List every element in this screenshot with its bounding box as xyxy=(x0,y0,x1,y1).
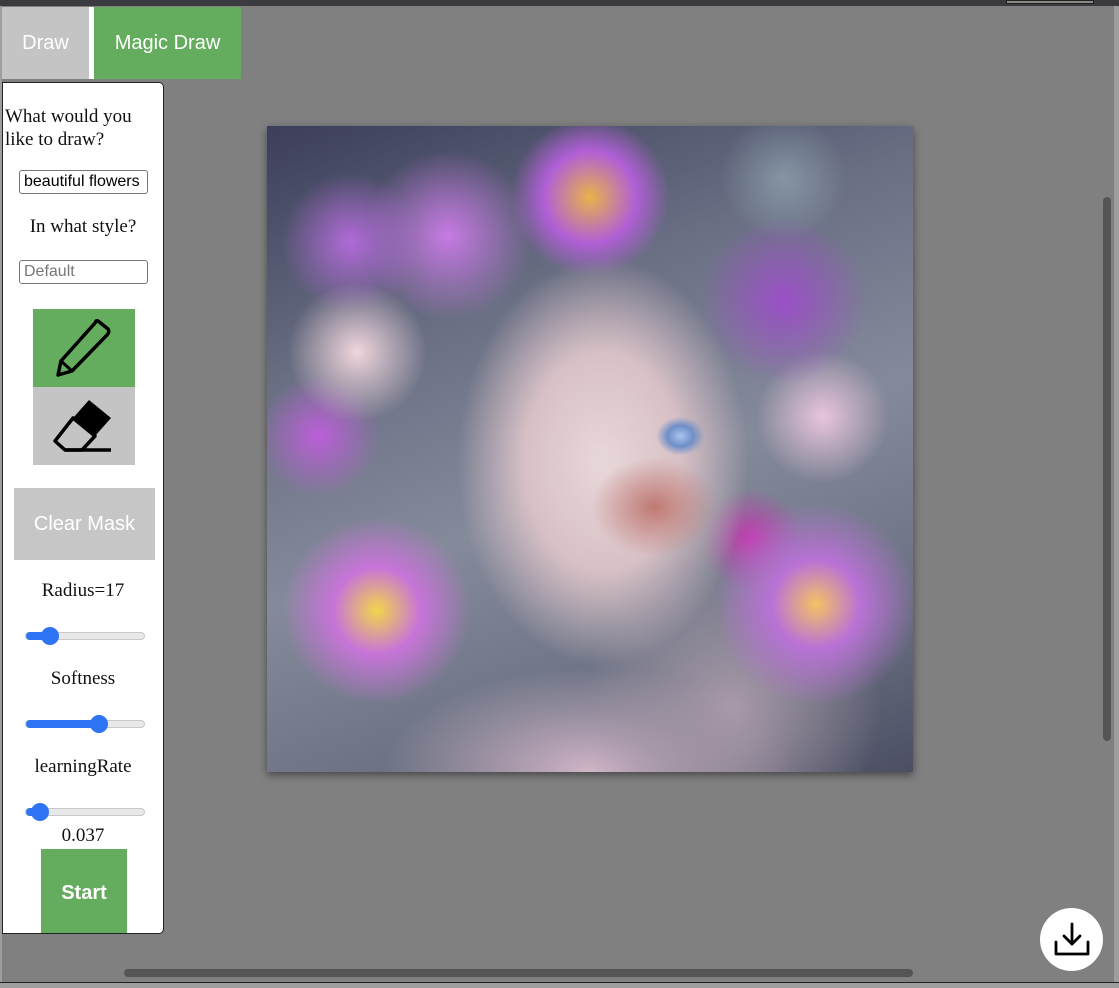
softness-label: Softness xyxy=(50,668,116,689)
tab-magic-draw[interactable]: Magic Draw xyxy=(94,7,241,79)
style-input[interactable] xyxy=(19,260,148,284)
prompt-question: What would you like to draw? xyxy=(5,106,132,150)
clear-mask-label: Clear Mask xyxy=(33,512,136,535)
softness-slider-thumb[interactable] xyxy=(90,715,109,733)
radius-label: Radius=17 xyxy=(41,580,125,601)
radius-slider-thumb[interactable] xyxy=(40,627,59,645)
window-bottom-edge xyxy=(0,982,1119,988)
window-right-edge xyxy=(1114,6,1119,987)
top-bar-control xyxy=(1006,0,1094,4)
tab-draw-label: Draw xyxy=(22,31,69,54)
download-button[interactable] xyxy=(1040,908,1103,971)
pencil-tool-button[interactable] xyxy=(33,309,135,387)
tab-magic-draw-label: Magic Draw xyxy=(114,31,221,54)
vertical-scrollbar[interactable] xyxy=(1103,197,1111,741)
prompt-input[interactable] xyxy=(19,170,148,194)
softness-slider[interactable] xyxy=(25,715,145,733)
clear-mask-button[interactable]: Clear Mask xyxy=(14,488,155,560)
window-top-bar xyxy=(0,0,1119,6)
radius-slider[interactable] xyxy=(25,627,145,645)
learning-rate-value: 0.037 xyxy=(61,825,105,846)
eraser-icon xyxy=(53,400,111,452)
control-panel: What would you like to draw? In what sty… xyxy=(2,82,164,934)
learning-rate-slider[interactable] xyxy=(25,803,145,821)
softness-slider-fill xyxy=(26,720,100,728)
learning-rate-slider-thumb[interactable] xyxy=(31,803,50,821)
start-button[interactable]: Start xyxy=(41,849,127,933)
tab-draw[interactable]: Draw xyxy=(2,7,89,79)
style-question: In what style? xyxy=(29,216,137,237)
pencil-icon xyxy=(56,319,111,377)
eraser-tool-button[interactable] xyxy=(33,387,135,465)
horizontal-scrollbar[interactable] xyxy=(124,969,913,977)
download-icon xyxy=(1054,922,1089,955)
start-label: Start xyxy=(61,881,107,904)
learning-rate-label: learningRate xyxy=(34,756,132,777)
drawing-canvas[interactable] xyxy=(267,126,913,772)
